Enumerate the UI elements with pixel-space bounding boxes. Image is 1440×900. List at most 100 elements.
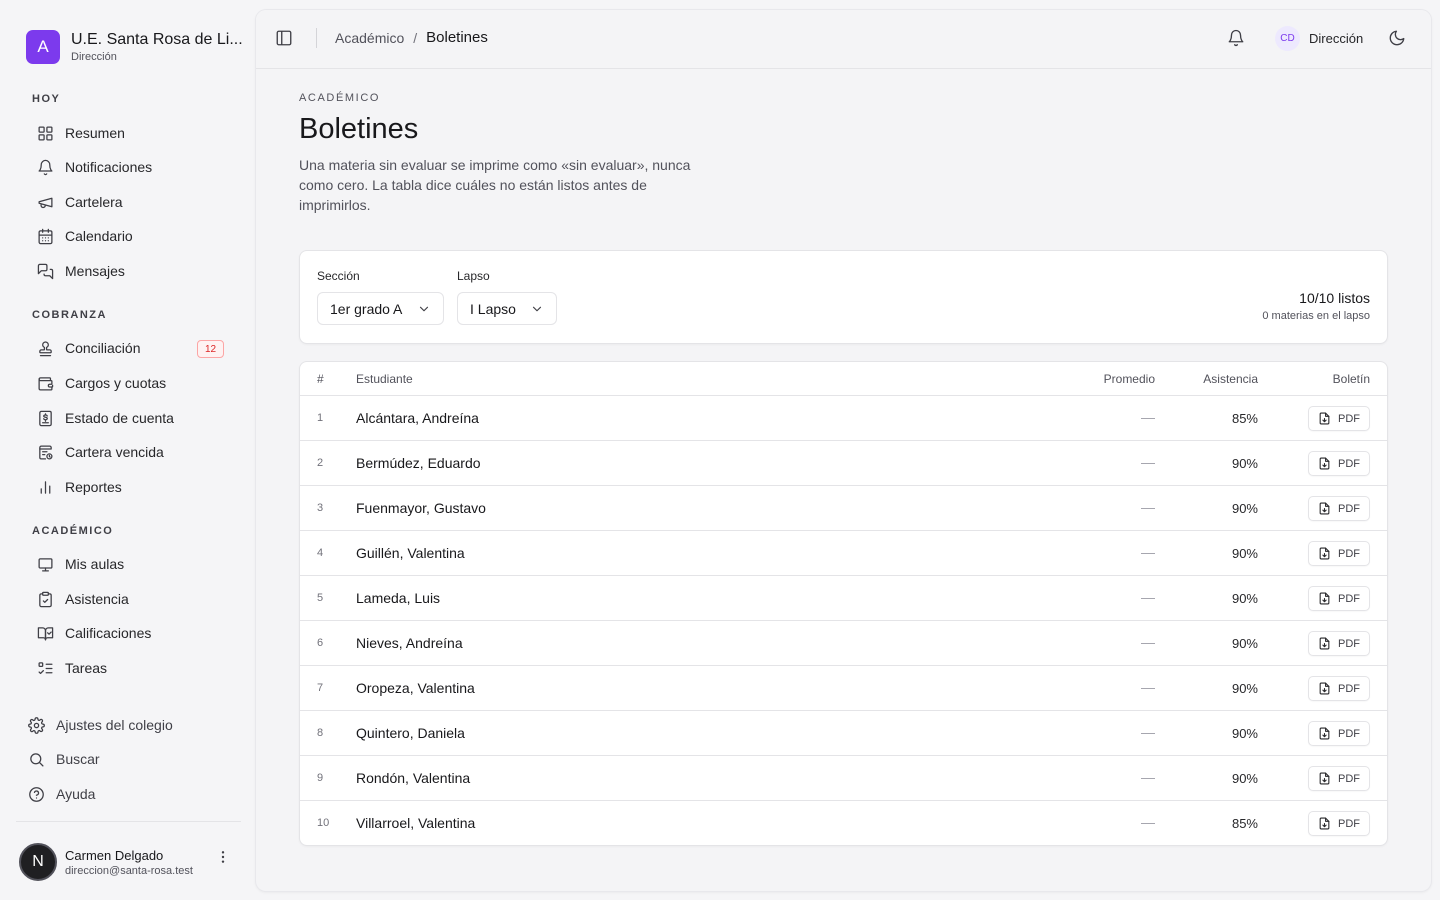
notifications-button[interactable] [1227, 29, 1245, 47]
file-download-icon [1319, 412, 1330, 425]
sidebar-item-mis-aulas[interactable]: Mis aulas [24, 549, 240, 579]
section-label: Sección [317, 269, 360, 283]
student-name: Oropeza, Valentina [356, 680, 475, 696]
table-header: # Estudiante Promedio Asistencia Boletín [300, 362, 1387, 396]
bar-chart-icon [40, 480, 51, 494]
sidebar-item-estado-de-cuenta[interactable]: Estado de cuenta [24, 403, 240, 433]
download-pdf-button[interactable]: PDF [1308, 451, 1370, 476]
report-cards-table: # Estudiante Promedio Asistencia Boletín… [299, 361, 1388, 846]
header-num: # [317, 372, 324, 386]
file-download-icon [1319, 592, 1330, 605]
user-menu-button[interactable] [215, 848, 231, 866]
search-link[interactable]: Buscar [28, 747, 100, 771]
sidebar-item-mensajes[interactable]: Mensajes [24, 256, 240, 286]
sidebar-item-calificaciones[interactable]: Calificaciones [24, 618, 240, 648]
subjects-in-term: 0 materias en el lapso [1262, 310, 1370, 322]
account-name: Dirección [1309, 31, 1364, 46]
download-pdf-button[interactable]: PDF [1308, 676, 1370, 701]
table-row: 7 Oropeza, Valentina — 90% PDF [300, 666, 1387, 711]
sidebar-item-label: Cargos y cuotas [65, 375, 167, 391]
student-attendance: 90% [1231, 636, 1258, 651]
file-download-icon [1319, 727, 1330, 740]
download-pdf-button[interactable]: PDF [1308, 721, 1370, 746]
student-name: Fuenmayor, Gustavo [356, 500, 486, 516]
sidebar-item-notificaciones[interactable]: Notificaciones [24, 152, 240, 182]
help-link[interactable]: Ayuda [28, 782, 95, 806]
download-pdf-button[interactable]: PDF [1308, 406, 1370, 431]
student-attendance: 85% [1231, 411, 1258, 426]
sidebar-item-conciliacion[interactable]: Conciliación 12 [24, 333, 240, 363]
student-name: Lameda, Luis [356, 590, 441, 606]
ready-count: 10/10 listos [1299, 290, 1370, 306]
sidebar-item-asistencia[interactable]: Asistencia [24, 584, 240, 614]
download-pdf-button[interactable]: PDF [1308, 631, 1370, 656]
filters-card: Sección 1er grado A Lapso I Lapso 10/10 … [299, 250, 1388, 344]
row-number: 4 [317, 547, 324, 559]
pdf-label: PDF [1338, 592, 1360, 605]
section-select[interactable]: 1er grado A [317, 292, 444, 325]
topbar-separator [316, 28, 317, 48]
stamp-icon [39, 340, 52, 356]
sidebar-divider [16, 821, 241, 822]
student-average: — [1141, 814, 1155, 830]
student-average: — [1141, 454, 1155, 470]
student-average: — [1141, 724, 1155, 740]
header-average: Promedio [1103, 372, 1155, 386]
breadcrumb-parent[interactable]: Académico [335, 30, 404, 46]
settings-link[interactable]: Ajustes del colegio [28, 713, 173, 737]
table-row: 9 Rondón, Valentina — 90% PDF [300, 756, 1387, 801]
sidebar-item-calendario[interactable]: Calendario [24, 221, 240, 251]
student-average: — [1141, 409, 1155, 425]
bell-icon [38, 159, 53, 175]
sidebar-item-label: Calendario [65, 228, 133, 244]
table-row: 1 Alcántara, Andreína — 85% PDF [300, 396, 1387, 441]
student-name: Bermúdez, Eduardo [356, 455, 481, 471]
student-average: — [1141, 589, 1155, 605]
download-pdf-button[interactable]: PDF [1308, 541, 1370, 566]
sidebar-item-resumen[interactable]: Resumen [24, 118, 240, 148]
sidebar-item-label: Cartelera [65, 194, 123, 210]
book-check-icon [37, 626, 54, 641]
sidebar-item-reportes[interactable]: Reportes [24, 472, 240, 502]
page-title: Boletines [299, 113, 419, 145]
breadcrumb-separator: / [413, 29, 418, 46]
receipt-dollar-icon [39, 410, 52, 426]
download-pdf-button[interactable]: PDF [1308, 766, 1370, 791]
pdf-label: PDF [1338, 727, 1360, 740]
pdf-label: PDF [1338, 412, 1360, 425]
table-row: 4 Guillén, Valentina — 90% PDF [300, 531, 1387, 576]
theme-toggle-button[interactable] [1388, 29, 1406, 47]
pdf-label: PDF [1338, 547, 1360, 560]
account-menu[interactable]: CD Dirección [1275, 26, 1363, 51]
sidebar-item-cargos-y-cuotas[interactable]: Cargos y cuotas [24, 368, 240, 398]
student-average: — [1141, 634, 1155, 650]
sidebar-item-label: Conciliación [65, 340, 141, 356]
school-role: Dirección [71, 51, 117, 63]
student-attendance: 85% [1231, 816, 1258, 831]
settings-label: Ajustes del colegio [56, 717, 173, 733]
sidebar-item-cartera-vencida[interactable]: Cartera vencida [24, 437, 240, 467]
sidebar-item-label: Mis aulas [65, 556, 125, 572]
pdf-label: PDF [1338, 817, 1360, 830]
student-attendance: 90% [1231, 771, 1258, 786]
student-name: Guillén, Valentina [356, 545, 465, 561]
help-label: Ayuda [56, 786, 96, 802]
sidebar-item-cartelera[interactable]: Cartelera [24, 187, 240, 217]
download-pdf-button[interactable]: PDF [1308, 586, 1370, 611]
user-profile[interactable]: N Carmen Delgado direccion@santa-rosa.te… [19, 843, 193, 881]
download-pdf-button[interactable]: PDF [1308, 811, 1370, 836]
presentation-icon [38, 557, 53, 572]
sidebar-item-label: Resumen [65, 125, 125, 141]
list-todo-icon [38, 661, 53, 674]
sidebar-toggle-button[interactable] [275, 29, 293, 47]
term-select[interactable]: I Lapso [457, 292, 557, 325]
download-pdf-button[interactable]: PDF [1308, 496, 1370, 521]
sidebar-item-tareas[interactable]: Tareas [24, 653, 240, 683]
sidebar-item-label: Notificaciones [65, 159, 153, 175]
pdf-label: PDF [1338, 637, 1360, 650]
sidebar: A U.E. Santa Rosa de Li... Dirección HOY… [0, 0, 256, 900]
brand[interactable]: A U.E. Santa Rosa de Li... Dirección [26, 30, 243, 64]
pdf-label: PDF [1338, 502, 1360, 515]
row-number: 7 [317, 682, 324, 694]
more-vertical-icon [221, 851, 225, 863]
